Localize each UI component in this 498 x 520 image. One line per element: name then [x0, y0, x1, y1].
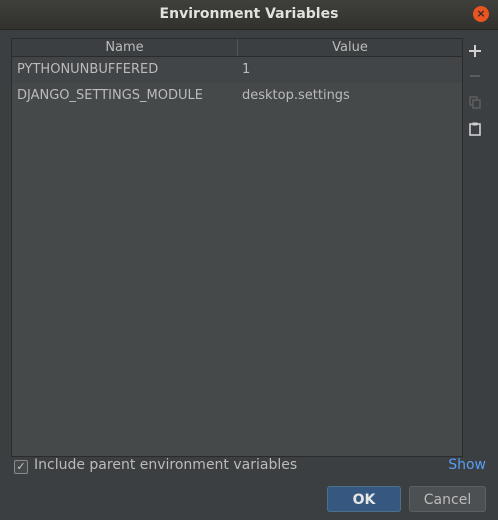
column-header-name[interactable]: Name [12, 39, 238, 56]
include-parent-label[interactable]: Include parent environment variables [34, 457, 297, 473]
title-bar: Environment Variables × [0, 0, 498, 30]
environment-variables-dialog: Environment Variables × Name Value PYTHO… [0, 0, 498, 520]
table-header: Name Value [12, 39, 462, 57]
copy-icon[interactable] [463, 90, 487, 114]
dialog-title: Environment Variables [159, 6, 339, 22]
minus-icon[interactable] [463, 63, 487, 87]
dialog-footer: ✓ Include parent environment variables S… [0, 456, 498, 520]
table-row[interactable]: PYTHONUNBUFFERED 1 [12, 57, 462, 83]
table-toolbar [463, 38, 487, 457]
close-button[interactable]: × [473, 6, 489, 22]
column-header-value[interactable]: Value [238, 39, 462, 56]
env-var-name-cell[interactable]: PYTHONUNBUFFERED [17, 57, 235, 83]
show-link[interactable]: Show [448, 457, 486, 473]
plus-icon[interactable] [463, 38, 487, 62]
cancel-button[interactable]: Cancel [409, 486, 486, 512]
env-var-value-cell[interactable]: desktop.settings [242, 83, 457, 109]
include-parent-checkbox[interactable]: ✓ [14, 460, 28, 474]
table-row[interactable]: DJANGO_SETTINGS_MODULE desktop.settings [12, 83, 462, 109]
env-var-name-cell[interactable]: DJANGO_SETTINGS_MODULE [17, 83, 235, 109]
env-var-value-cell[interactable]: 1 [242, 57, 457, 83]
env-vars-table[interactable]: Name Value PYTHONUNBUFFERED 1 DJANGO_SET… [11, 38, 463, 457]
paste-icon[interactable] [463, 116, 487, 140]
ok-button[interactable]: OK [327, 486, 401, 512]
